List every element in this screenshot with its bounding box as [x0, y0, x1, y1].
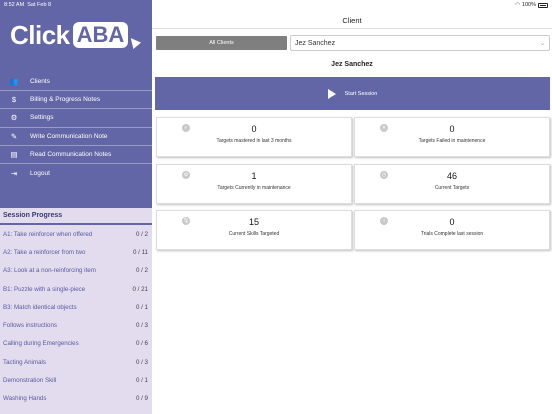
progress-row[interactable]: A1: Take reinforcer when offered 0 / 2 [0, 225, 152, 243]
progress-label: B3: Match identical objects [3, 303, 77, 311]
progress-label: Tacting Animals [3, 358, 46, 366]
progress-value: 0 / 1 [135, 377, 148, 385]
sidebar-item-label: Logout [30, 169, 50, 177]
stat-card-trials-complete[interactable]: i 0 Trials Complete last session [354, 210, 550, 250]
progress-row[interactable]: Washing Hands 0 / 9 [0, 390, 152, 408]
sidebar-item-label: Write Communication Note [30, 132, 108, 140]
sidebar-item-logout[interactable]: ⇥ Logout [0, 164, 152, 182]
stat-card-targets-failed[interactable]: ✕ 0 Targets Failed in maintenence [354, 117, 550, 157]
progress-value: 0 / 11 [132, 248, 148, 256]
progress-row[interactable]: A2: Take a reinforcer from two 0 / 11 [0, 243, 152, 261]
app-logo: Click ABA [10, 19, 142, 50]
status-time-date: 8:52 AM Sat Feb 8 [4, 2, 52, 8]
main-content: Client All Clients Jez Sanchez ⌄ Jez San… [152, 0, 552, 414]
stat-value: 46 [446, 171, 457, 181]
progress-label: Follows instructions [3, 322, 57, 330]
battery-percent: 100% [521, 2, 536, 8]
progress-value: 0 / 3 [135, 358, 148, 366]
stat-value: 0 [449, 217, 455, 227]
progress-row[interactable]: Demonstration Skill 0 / 1 [0, 371, 152, 389]
cursor-icon [127, 34, 142, 50]
sidebar-item-label: Billing & Progress Notes [30, 96, 101, 104]
progress-row[interactable]: B3: Match identical objects 0 / 1 [0, 298, 152, 316]
play-icon [327, 88, 336, 99]
status-right: ◠ 100% [515, 2, 548, 8]
wifi-icon: ◠ [515, 2, 520, 8]
progress-label: A2: Take a reinforcer from two [3, 248, 86, 256]
progress-value: 0 / 2 [135, 230, 148, 238]
sidebar: Click ABA 👥 Clients $ Billing & Progress N… [0, 0, 152, 414]
logo-text-click: Click [10, 19, 70, 50]
progress-label: A3: Look at a non-reinforcing item [3, 267, 96, 275]
progress-label: A1: Take reinforcer when offered [3, 230, 93, 238]
progress-row[interactable]: Follows instructions 0 / 3 [0, 316, 152, 334]
stat-label: Current Skills Targeted [228, 231, 280, 237]
progress-value: 0 / 21 [132, 285, 148, 293]
page-title: Client [342, 16, 362, 25]
all-clients-button[interactable]: All Clients [156, 36, 287, 50]
sidebar-item-billing[interactable]: $ Billing & Progress Notes [0, 91, 152, 110]
title-divider [152, 28, 552, 29]
gear-icon: ⚙ [10, 113, 18, 123]
session-progress-panel: Session Progress A1: Take reinforcer whe… [0, 208, 152, 414]
stat-value: 1 [251, 171, 257, 181]
progress-value: 0 / 9 [135, 395, 148, 403]
stat-card-current-targets[interactable]: ◷ 46 Current Targets [354, 164, 550, 204]
sidebar-item-settings[interactable]: ⚙ Settings [0, 109, 152, 128]
progress-label: Calling during Emergencies [3, 340, 79, 348]
logo-text-aba: ABA [72, 22, 129, 48]
progress-row[interactable]: A3: Look at a non-reinforcing item 0 / 2 [0, 262, 152, 280]
progress-row[interactable]: Calling during Emergencies 0 / 6 [0, 335, 152, 353]
progress-label: Washing Hands [3, 395, 47, 403]
client-name: Jez Sanchez [331, 61, 373, 68]
progress-value: 0 / 1 [135, 303, 148, 311]
sidebar-item-clients[interactable]: 👥 Clients [0, 73, 152, 92]
stat-label: Targets Failed in maintenence [418, 138, 486, 144]
stat-card-targets-mastered[interactable]: ✓ 0 Targets mastered in last 3 months [156, 117, 352, 157]
chevron-down-icon: ⌄ [539, 40, 545, 47]
progress-value: 0 / 2 [135, 267, 148, 275]
progress-label: Demonstration Skill [3, 377, 57, 385]
sidebar-item-label: Clients [30, 78, 50, 86]
sidebar-item-write-note[interactable]: ✎ Write Communication Note [0, 128, 152, 146]
progress-value: 0 / 3 [135, 322, 148, 330]
pencil-icon: ✎ [10, 131, 18, 141]
progress-row[interactable]: B1: Puzzle with a single-piece 0 / 21 [0, 280, 152, 298]
stat-label: Trials Complete last session [420, 231, 484, 237]
progress-row[interactable]: Tacting Animals 0 / 3 [0, 353, 152, 371]
stat-card-current-skills[interactable]: 🎙 15 Current Skills Targeted [156, 210, 352, 250]
sidebar-item-label: Read Communication Notes [30, 150, 112, 158]
stat-value: 0 [449, 124, 455, 134]
stat-label: Targets Currently in maintenance [217, 185, 291, 191]
status-bar: 8:52 AM Sat Feb 8 ◠ 100% [0, 0, 552, 10]
stat-label: Current Targets [434, 185, 470, 191]
progress-label: B1: Puzzle with a single-piece [3, 285, 86, 293]
stat-card-targets-maintenance[interactable]: ⚙ 1 Targets Currently in maintenance [156, 164, 352, 204]
sidebar-item-read-notes[interactable]: ▤ Read Communication Notes [0, 146, 152, 164]
people-icon: 👥 [9, 77, 19, 87]
stat-value: 0 [251, 124, 257, 134]
sidebar-menu: 👥 Clients $ Billing & Progress Notes ⚙ Sett… [0, 73, 152, 182]
start-session-button[interactable]: Start Session [155, 77, 550, 110]
dollar-icon: $ [11, 95, 17, 105]
notes-icon: ▤ [10, 149, 18, 159]
stat-value: 15 [248, 217, 259, 227]
session-progress-title: Session Progress [0, 208, 152, 225]
stat-label: Targets mastered in last 3 months [216, 138, 292, 144]
sidebar-item-label: Settings [30, 114, 54, 122]
battery-icon [538, 2, 548, 8]
start-session-label: Start Session [344, 90, 378, 97]
progress-value: 0 / 6 [135, 340, 148, 348]
logout-icon: ⇥ [10, 168, 18, 178]
client-select-value: Jez Sanchez [295, 39, 336, 47]
client-select[interactable]: Jez Sanchez ⌄ [290, 35, 550, 51]
